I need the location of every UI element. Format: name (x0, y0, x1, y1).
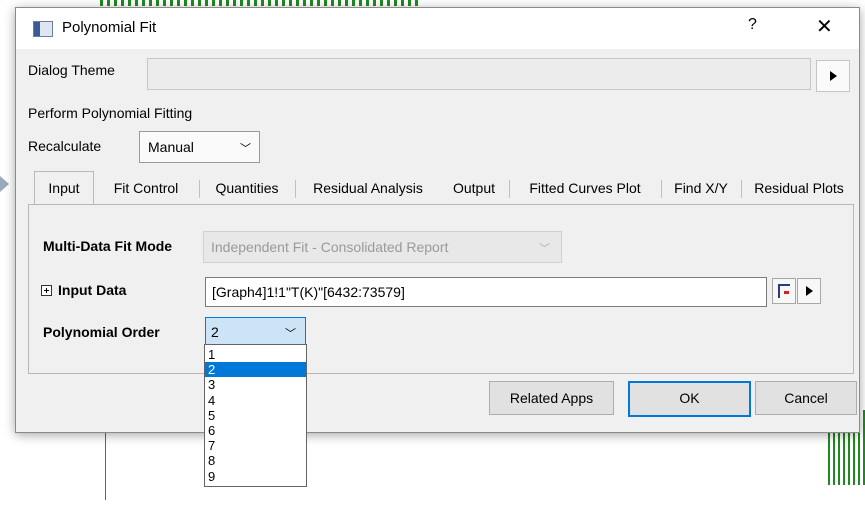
expand-plus-icon[interactable] (41, 285, 52, 296)
recalculate-label: Recalculate (28, 138, 102, 154)
chevron-down-icon: ﹀ (240, 143, 251, 155)
polynomial-order-option[interactable]: 8 (205, 453, 306, 468)
multi-data-fit-mode-value: Independent Fit - Consolidated Report (211, 239, 449, 255)
tab-separator (295, 180, 296, 198)
polynomial-order-option[interactable]: 2 (205, 362, 306, 378)
chevron-down-icon: ﹀ (285, 328, 296, 340)
ok-button[interactable]: OK (628, 381, 751, 417)
tab-separator (199, 180, 200, 198)
range-select-icon (778, 284, 790, 298)
tab-separator (741, 180, 742, 198)
related-apps-button[interactable]: Related Apps (489, 381, 614, 415)
play-arrow-icon (830, 71, 837, 81)
cancel-button[interactable]: Cancel (755, 381, 857, 415)
tab-residual-analysis[interactable]: Residual Analysis (298, 174, 438, 202)
polynomial-order-value: 2 (211, 324, 219, 340)
polynomial-order-option[interactable]: 1 (205, 347, 306, 362)
help-button[interactable]: ? (748, 16, 757, 34)
polynomial-order-option[interactable]: 4 (205, 393, 306, 408)
polynomial-order-dropdown-list: 123456789 (204, 344, 307, 487)
tab-separator (509, 180, 510, 198)
polynomial-order-select[interactable]: 2 ﹀ (205, 317, 306, 347)
multi-data-fit-mode-label: Multi-Data Fit Mode (43, 238, 173, 254)
play-arrow-icon (806, 286, 813, 296)
input-data-menu-button[interactable] (797, 278, 821, 304)
polynomial-order-option[interactable]: 9 (205, 469, 306, 484)
section-title: Perform Polynomial Fitting (28, 105, 193, 121)
dialog-theme-label: Dialog Theme (28, 62, 115, 78)
input-data-field[interactable]: [Graph4]1!1"T(K)"[6432:73579] (205, 277, 767, 307)
polynomial-order-option[interactable]: 6 (205, 423, 306, 438)
window-icon (33, 21, 53, 37)
tab-residual-plots[interactable]: Residual Plots (744, 174, 854, 202)
tab-output[interactable]: Output (442, 174, 506, 202)
polynomial-order-label: Polynomial Order (43, 324, 160, 340)
background-plot-data-top (100, 0, 420, 6)
background-arrow-icon (0, 176, 9, 192)
polynomial-order-option[interactable]: 7 (205, 438, 306, 453)
select-range-button[interactable] (772, 278, 796, 304)
multi-data-fit-mode-select[interactable]: Independent Fit - Consolidated Report ﹀ (203, 231, 562, 263)
dialog-theme-field[interactable] (147, 58, 811, 90)
chevron-down-icon: ﹀ (539, 243, 550, 255)
tab-input[interactable]: Input (34, 171, 94, 204)
polynomial-fit-dialog: Polynomial Fit ? ✕ Dialog Theme Perform … (15, 7, 860, 433)
dialog-theme-menu-button[interactable] (816, 60, 850, 92)
polynomial-order-option[interactable]: 5 (205, 408, 306, 423)
tab-find-xy[interactable]: Find X/Y (664, 174, 738, 202)
title-bar[interactable]: Polynomial Fit ? ✕ (16, 8, 859, 49)
dialog-title: Polynomial Fit (62, 19, 157, 36)
input-data-label: Input Data (58, 282, 127, 298)
polynomial-order-option[interactable]: 3 (205, 377, 306, 392)
tab-fitted-curves-plot[interactable]: Fitted Curves Plot (512, 174, 658, 202)
tab-fit-control[interactable]: Fit Control (96, 174, 196, 202)
recalculate-select[interactable]: Manual ﹀ (139, 131, 260, 163)
input-data-value: [Graph4]1!1"T(K)"[6432:73579] (212, 284, 405, 300)
tab-quantities[interactable]: Quantities (202, 174, 292, 202)
close-button[interactable]: ✕ (816, 14, 833, 39)
tab-separator (661, 180, 662, 198)
recalculate-value: Manual (148, 139, 194, 155)
